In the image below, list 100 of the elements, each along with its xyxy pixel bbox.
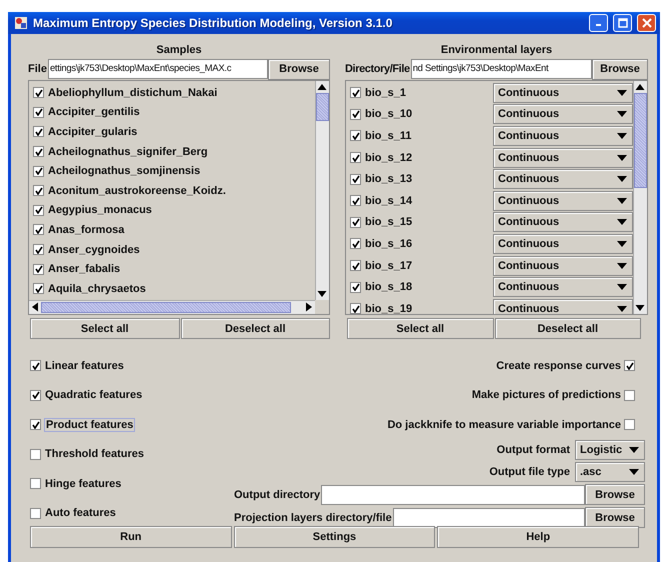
species-checkbox[interactable] <box>33 204 44 216</box>
species-name[interactable]: Anser_fabalis <box>48 263 120 276</box>
format-dropdown[interactable]: .asc <box>575 462 645 482</box>
vertical-scrollbar[interactable] <box>315 81 329 300</box>
layer-type-dropdown[interactable]: Continuous <box>493 212 633 232</box>
layer-checkbox[interactable] <box>350 152 361 164</box>
layer-type-dropdown[interactable]: Continuous <box>493 298 633 314</box>
action-button[interactable]: Settings <box>234 526 436 548</box>
browse-button[interactable]: Browse <box>592 58 648 80</box>
layer-checkbox[interactable] <box>350 282 361 293</box>
layer-type-dropdown[interactable]: Continuous <box>493 277 633 298</box>
path-field[interactable] <box>392 508 585 528</box>
layer-checkbox[interactable] <box>350 195 361 206</box>
vertical-scrollbar[interactable] <box>633 81 647 314</box>
layer-name[interactable]: bio_s_19 <box>365 302 412 314</box>
action-button[interactable]: Run <box>30 526 232 548</box>
browse-button[interactable]: Browse <box>268 58 330 80</box>
species-checkbox[interactable] <box>33 224 44 236</box>
select-all-button[interactable]: Select all <box>347 318 494 339</box>
option-label[interactable]: Make pictures of predictions <box>472 389 621 402</box>
path-field[interactable] <box>321 484 585 504</box>
scroll-thumb[interactable] <box>634 93 647 188</box>
species-name[interactable]: Accipiter_gularis <box>48 126 138 138</box>
species-checkbox[interactable] <box>33 166 44 177</box>
feature-label[interactable]: Auto features <box>45 507 116 520</box>
option-label[interactable]: Do jackknife to measure variable importance <box>387 418 621 431</box>
feature-label[interactable]: Threshold features <box>45 448 144 460</box>
deselect-all-button[interactable]: Deselect all <box>494 318 641 339</box>
layer-type-dropdown[interactable]: Continuous <box>493 104 633 124</box>
feature-checkbox[interactable] <box>30 478 41 490</box>
feature-label[interactable]: Linear features <box>45 360 124 372</box>
feature-checkbox[interactable] <box>30 508 41 519</box>
layer-name[interactable]: bio_s_12 <box>365 152 412 164</box>
layer-type-dropdown[interactable]: Continuous <box>493 148 633 168</box>
layer-checkbox[interactable] <box>350 238 361 250</box>
feature-checkbox[interactable] <box>30 419 41 430</box>
scroll-thumb[interactable] <box>41 302 291 313</box>
feature-checkbox[interactable] <box>30 390 41 401</box>
layer-checkbox[interactable] <box>350 174 361 185</box>
option-checkbox[interactable] <box>624 419 635 430</box>
species-name[interactable]: Aconitum_austrokoreense_Koidz. <box>48 184 226 197</box>
layer-name[interactable]: bio_s_15 <box>365 216 412 228</box>
maximize-button[interactable] <box>613 14 632 32</box>
file-path-field[interactable]: ettings\jk753\Desktop\MaxEnt\species_MAX.c <box>48 59 268 79</box>
deselect-all-button[interactable]: Deselect all <box>180 318 330 339</box>
species-checkbox[interactable] <box>33 106 44 118</box>
browse-button[interactable]: Browse <box>585 484 645 505</box>
species-checkbox[interactable] <box>33 126 44 138</box>
layer-name[interactable]: bio_s_14 <box>365 194 412 207</box>
layer-checkbox[interactable] <box>350 260 361 272</box>
layer-type-dropdown[interactable]: Continuous <box>493 169 633 190</box>
species-name[interactable]: Accipiter_gentilis <box>48 106 140 118</box>
minimize-button[interactable] <box>589 14 608 32</box>
species-checkbox[interactable] <box>33 146 44 158</box>
layer-checkbox[interactable] <box>350 108 361 120</box>
layer-checkbox[interactable] <box>350 303 361 314</box>
species-checkbox[interactable] <box>33 264 44 275</box>
feature-checkbox[interactable] <box>30 448 41 460</box>
species-name[interactable]: Aegypius_monacus <box>48 204 152 216</box>
layer-type-dropdown[interactable]: Continuous <box>493 234 633 254</box>
species-checkbox[interactable] <box>33 87 44 98</box>
feature-label[interactable]: Quadratic features <box>45 389 142 402</box>
close-button[interactable] <box>637 14 656 32</box>
species-name[interactable]: Abeliophyllum_distichum_Nakai <box>48 86 218 99</box>
species-name[interactable]: Anas_formosa <box>48 224 124 236</box>
select-all-button[interactable]: Select all <box>30 318 180 339</box>
action-button[interactable]: Help <box>437 526 639 548</box>
species-name[interactable]: Acheilognathus_somjinensis <box>48 165 200 178</box>
format-dropdown[interactable]: Logistic <box>575 440 645 460</box>
browse-button[interactable]: Browse <box>585 507 645 528</box>
feature-label[interactable]: Product features <box>45 418 134 431</box>
caret-icon <box>617 154 627 161</box>
layer-name[interactable]: bio_s_1 <box>365 86 406 99</box>
layer-name[interactable]: bio_s_11 <box>365 130 412 142</box>
scroll-thumb[interactable] <box>316 93 329 121</box>
layer-checkbox[interactable] <box>350 87 361 98</box>
layer-type-dropdown[interactable]: Continuous <box>493 82 633 103</box>
layer-name[interactable]: bio_s_17 <box>365 260 412 272</box>
directory-path-field[interactable]: nd Settings\jk753\Desktop\MaxEnt <box>410 59 592 79</box>
layer-name[interactable]: bio_s_13 <box>365 173 412 186</box>
feature-checkbox[interactable] <box>30 360 41 372</box>
species-name[interactable]: Aquila_chrysaetos <box>48 282 146 295</box>
layer-type-dropdown[interactable]: Continuous <box>493 190 633 211</box>
layer-checkbox[interactable] <box>350 216 361 228</box>
species-checkbox[interactable] <box>33 283 44 294</box>
layer-name[interactable]: bio_s_16 <box>365 238 412 250</box>
layer-type-dropdown[interactable]: Continuous <box>493 256 633 276</box>
species-checkbox[interactable] <box>33 244 44 256</box>
species-name[interactable]: Acheilognathus_signifer_Berg <box>48 146 208 158</box>
species-checkbox[interactable] <box>33 185 44 196</box>
layer-name[interactable]: bio_s_18 <box>365 281 412 294</box>
layer-checkbox[interactable] <box>350 130 361 142</box>
layer-type-dropdown[interactable]: Continuous <box>493 126 633 146</box>
feature-label[interactable]: Hinge features <box>45 478 122 490</box>
option-checkbox[interactable] <box>624 360 635 372</box>
horizontal-scrollbar[interactable] <box>29 300 315 314</box>
option-checkbox[interactable] <box>624 390 635 401</box>
option-label[interactable]: Create response curves <box>496 360 621 372</box>
layer-name[interactable]: bio_s_10 <box>365 108 412 120</box>
species-name[interactable]: Anser_cygnoides <box>48 244 140 256</box>
